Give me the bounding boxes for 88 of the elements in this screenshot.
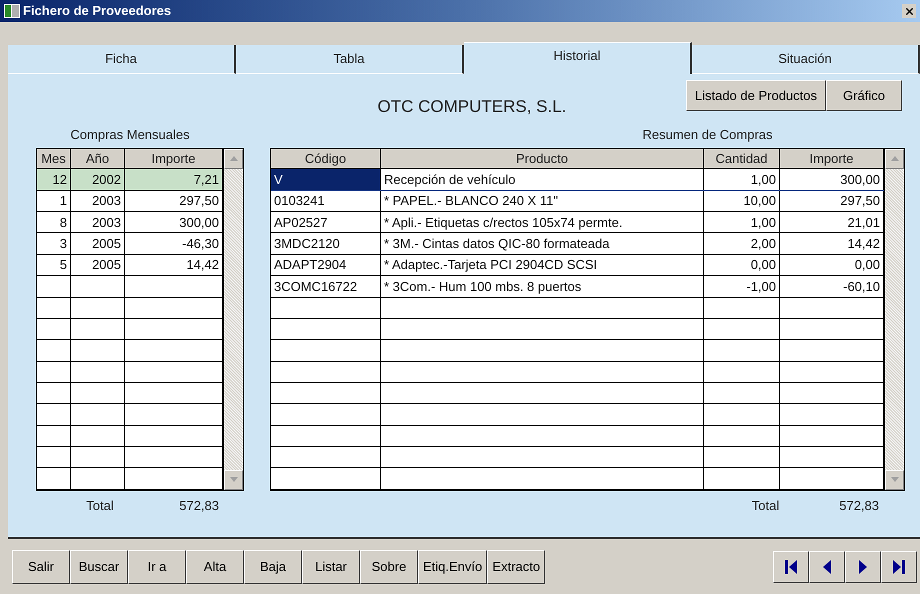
window-title: Fichero de Proveedores — [23, 2, 172, 20]
toolbar-button[interactable]: Sobre — [360, 550, 418, 584]
column-header: Año — [71, 148, 125, 168]
total-value: 572,83 — [178, 496, 219, 515]
section-title: Compras Mensuales — [69, 126, 191, 144]
table-row[interactable]: 3COMC16722 * 3Com.- Hum 100 mbs. 8 puertos -1,00 -60,10 — [271, 276, 884, 298]
tab[interactable]: Ficha — [8, 45, 236, 74]
tab[interactable]: Tabla — [236, 45, 464, 74]
table-row[interactable]: 3 2005 -46,30 — [37, 233, 223, 255]
scroll-down-button[interactable] — [885, 470, 904, 490]
nav-button[interactable] — [881, 550, 917, 582]
scrollbar[interactable] — [223, 148, 243, 490]
table-row[interactable]: 0103241 * PAPEL.- BLANCO 240 X 11" 10,00 297,50 — [271, 190, 884, 212]
table-cell: Recepción de vehículo — [381, 169, 704, 190]
table-row[interactable]: 1 2003 297,50 — [37, 190, 223, 212]
toolbar-button[interactable]: Buscar — [70, 550, 128, 584]
nav-button[interactable] — [845, 550, 881, 582]
header-button[interactable]: Gráfico — [826, 80, 902, 111]
table-cell: -1,00 — [704, 276, 780, 297]
table-cell: 12 — [37, 169, 71, 190]
table-cell: 2,00 — [704, 233, 780, 254]
nav-button[interactable] — [773, 550, 809, 582]
company-name: OTC COMPUTERS, S.L. — [377, 96, 566, 118]
scroll-up-button[interactable] — [224, 148, 243, 168]
close-button[interactable] — [902, 4, 916, 18]
tab[interactable]: Situación — [692, 45, 920, 74]
toolbar-button[interactable]: Baja — [244, 550, 302, 584]
toolbar-button[interactable]: Alta — [186, 550, 244, 584]
up-arrow-icon — [890, 156, 898, 161]
table-cell: 0,00 — [704, 254, 780, 276]
table-row[interactable]: ADAPT2904 * Adaptec.-Tarjeta PCI 2904CD SCSI 0,00 0,00 — [271, 254, 884, 276]
up-arrow-icon — [230, 156, 238, 161]
column-header: Cantidad — [704, 148, 780, 168]
header-button[interactable]: Listado de Productos — [686, 80, 826, 111]
column-header: Código — [271, 148, 381, 168]
table-cell: 3COMC16722 — [271, 276, 381, 297]
next-icon — [859, 560, 867, 574]
section-title: Resumen de Compras — [641, 126, 774, 144]
toolbar-button[interactable]: Etiq.Envío — [418, 550, 488, 584]
table-cell: 2003 — [71, 212, 125, 232]
table-cell: * Apli.- Etiquetas c/rectos 105x74 permte. — [381, 212, 704, 232]
previous-icon — [823, 560, 831, 574]
down-arrow-icon — [890, 477, 898, 482]
scroll-down-button[interactable] — [224, 470, 243, 490]
table-cell: * 3Com.- Hum 100 mbs. 8 puertos — [381, 276, 704, 297]
table-cell: 10,00 — [704, 190, 780, 212]
scrollbar[interactable] — [884, 148, 904, 490]
table-cell: 1 — [37, 190, 71, 212]
column-header: Producto — [381, 148, 704, 168]
table-cell: V — [271, 169, 381, 190]
last-record-icon — [893, 560, 905, 574]
table-cell: 2002 — [71, 169, 125, 190]
table-cell: 2003 — [71, 190, 125, 212]
table-cell: 1,00 — [704, 169, 780, 190]
table-row[interactable]: 3MDC2120 * 3M.- Cintas datos QIC-80 formateada 2,00 14,42 — [271, 233, 884, 255]
table-cell: 1,00 — [704, 212, 780, 232]
tab[interactable]: Historial — [464, 42, 692, 74]
table-cell: ADAPT2904 — [271, 254, 381, 276]
table-cell: * Adaptec.-Tarjeta PCI 2904CD SCSI — [381, 254, 704, 276]
table-cell: 0103241 — [271, 190, 381, 212]
total-value: 572,83 — [839, 496, 879, 515]
close-icon — [904, 6, 914, 16]
first-record-icon — [785, 560, 797, 574]
nav-button[interactable] — [809, 550, 845, 582]
table-cell: * PAPEL.- BLANCO 240 X 11" — [381, 190, 704, 212]
table-cell: 2005 — [71, 254, 125, 276]
table-cell: 3 — [37, 233, 71, 254]
column-header: Mes — [37, 148, 71, 168]
table-row[interactable]: 8 2003 300,00 — [37, 212, 223, 234]
toolbar-button[interactable]: Ir a — [128, 550, 186, 584]
table-cell: 5 — [37, 254, 71, 276]
down-arrow-icon — [230, 477, 238, 482]
total-label: Total — [85, 496, 115, 515]
scroll-up-button[interactable] — [885, 148, 904, 168]
table-cell: 2005 — [71, 233, 125, 254]
table-cell: AP02527 — [271, 212, 381, 232]
toolbar-button[interactable]: Salir — [12, 550, 70, 584]
toolbar-button[interactable]: Extracto — [487, 550, 546, 584]
total-label: Total — [752, 496, 780, 515]
table-row[interactable]: V Recepción de vehículo 1,00 300,00 — [271, 169, 884, 191]
table-row[interactable]: 12 2002 7,21 — [37, 169, 223, 191]
table-row[interactable]: AP02527 * Apli.- Etiquetas c/rectos 105x74 permte. 1,00 21,01 — [271, 212, 884, 234]
table-cell: 8 — [37, 212, 71, 232]
app-logo-icon — [4, 4, 20, 18]
table-cell: * 3M.- Cintas datos QIC-80 formateada — [381, 233, 704, 254]
table-row[interactable]: 5 2005 14,42 — [37, 254, 223, 276]
toolbar-button[interactable]: Listar — [302, 550, 360, 584]
table-cell: 3MDC2120 — [271, 233, 381, 254]
